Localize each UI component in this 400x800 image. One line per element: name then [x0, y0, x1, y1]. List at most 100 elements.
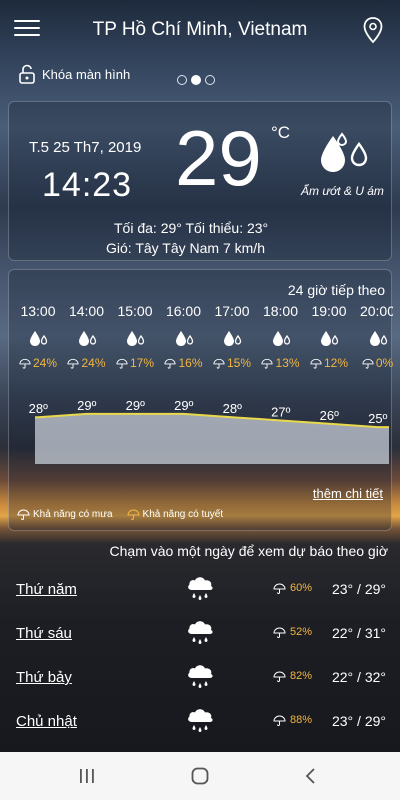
umbrella-icon: [273, 715, 286, 726]
hour-label: 14:00: [68, 303, 105, 319]
current-date: T.5 25 Th7, 2019: [29, 139, 142, 156]
location-pin-icon[interactable]: [362, 16, 384, 44]
current-time: 14:23: [42, 166, 133, 204]
day-rain-value: 52%: [290, 626, 313, 638]
hour-label: 20:00: [359, 303, 393, 319]
umbrella-icon: [17, 509, 30, 520]
day-row[interactable]: Thứ bảy 82% 22° / 32°: [8, 659, 392, 701]
hour-label: 16:00: [165, 303, 202, 319]
day-row[interactable]: Thứ năm 60% 23° / 29°: [8, 571, 392, 613]
temp-point-label: 28º: [29, 401, 48, 416]
day-name[interactable]: Thứ sáu: [16, 625, 72, 642]
raindrops-icon: [78, 331, 96, 346]
day-name[interactable]: Thứ năm: [16, 581, 77, 598]
rain-chance: 17%: [111, 356, 159, 370]
more-details-link[interactable]: thêm chi tiết: [313, 486, 383, 501]
temperature-unit[interactable]: °C: [271, 123, 290, 143]
hour-column[interactable]: 19:00 12%: [305, 303, 353, 370]
rain-chance-value: 17%: [129, 356, 155, 370]
umbrella-icon: [213, 358, 225, 369]
day-name[interactable]: Thứ bảy: [16, 669, 72, 686]
menu-icon[interactable]: [14, 20, 40, 40]
day-rain-chance: 82%: [273, 670, 312, 682]
hour-column[interactable]: 13:00 24%: [14, 303, 62, 370]
raindrops-icon: [224, 331, 242, 346]
legend: Khả năng có mưa Khả năng có tuyết: [17, 509, 223, 520]
day-temp-range: 23° / 29°: [331, 581, 386, 597]
unlock-icon: [19, 64, 35, 84]
day-name[interactable]: Chủ nhật: [16, 713, 77, 730]
rain-chance: 16%: [160, 356, 208, 370]
temp-point-label: 29º: [77, 398, 96, 413]
rain-chance-value: 12%: [323, 356, 349, 370]
umbrella-icon: [362, 358, 374, 369]
day-rain-value: 82%: [290, 670, 313, 682]
page-dot-active[interactable]: [191, 75, 201, 85]
hourly-forecast-card: 24 giờ tiếp theo 13:00 24% 14:00 24% 15:00 17…: [8, 269, 393, 531]
hour-label: 13:00: [20, 303, 56, 319]
hour-column[interactable]: 17:00 15%: [208, 303, 256, 370]
wind-info: Gió: Tây Tây Nam 7 km/h: [106, 240, 265, 256]
back-icon[interactable]: [300, 766, 322, 786]
umbrella-snow-icon: [127, 509, 140, 520]
raindrops-icon: [30, 331, 48, 346]
condition-text: Ẩm ướt & U ám: [301, 184, 384, 198]
min-max-temp: Tối đa: 29° Tối thiểu: 23°: [114, 220, 269, 236]
umbrella-icon: [273, 583, 286, 594]
raindrops-icon: [369, 331, 387, 346]
temp-point-label: 29º: [174, 398, 193, 413]
hour-column[interactable]: 15:00 17%: [111, 303, 159, 370]
page-dot[interactable]: [205, 75, 215, 85]
rain-chance-value: 0%: [375, 356, 393, 370]
rain-chance-value: 16%: [178, 356, 203, 370]
legend-rain: Khả năng có mưa: [17, 509, 113, 520]
hour-column[interactable]: 14:00 24%: [63, 303, 111, 370]
temp-point-label: 25º: [368, 411, 387, 426]
rain-chance-value: 24%: [32, 356, 58, 370]
hour-column[interactable]: 20:00 0%: [354, 303, 393, 370]
temp-point-label: 26º: [320, 408, 339, 423]
day-row[interactable]: Thứ sáu 52% 22° / 31°: [8, 615, 392, 657]
hourly-temp-graph: 28º 29º 29º 29º 28º 27º 26º 25º: [29, 398, 389, 464]
recent-apps-icon[interactable]: [76, 766, 98, 786]
umbrella-icon: [261, 358, 274, 369]
rain-chance: 24%: [63, 356, 111, 370]
day-rain-value: 88%: [290, 714, 313, 726]
day-temp-range: 22° / 32°: [331, 669, 386, 685]
rain-chance: 12%: [305, 356, 353, 370]
daily-hint: Chạm vào một ngày để xem dự báo theo giờ: [109, 543, 388, 559]
legend-snow: Khả năng có tuyết: [127, 509, 223, 520]
rain-cloud-icon: [188, 621, 213, 644]
umbrella-icon: [310, 358, 322, 369]
current-weather-card: T.5 25 Th7, 2019 14:23 29 °C Ẩm ướt & U …: [8, 101, 392, 261]
rain-chance: 13%: [257, 356, 305, 370]
rain-cloud-icon: [188, 709, 213, 732]
hour-label: 17:00: [214, 303, 250, 319]
legend-rain-label: Khả năng có mưa: [33, 509, 113, 520]
rain-cloud-icon: [188, 577, 213, 600]
home-icon[interactable]: [189, 766, 211, 786]
hourly-columns[interactable]: 13:00 24% 14:00 24% 15:00 17% 16:00 16% 17:00 15%…: [9, 303, 393, 393]
next-24h-title: 24 giờ tiếp theo: [287, 282, 385, 298]
hour-column[interactable]: 16:00 16%: [160, 303, 208, 370]
temp-point-label: 27º: [271, 405, 290, 420]
day-row[interactable]: Chủ nhật 88% 23° / 29°: [8, 703, 392, 745]
lock-screen-button[interactable]: Khóa màn hình: [18, 64, 130, 84]
umbrella-icon: [116, 358, 128, 369]
hour-label: 19:00: [311, 303, 347, 319]
hour-label: 15:00: [117, 303, 153, 319]
rain-chance-value: 15%: [226, 356, 252, 370]
hour-column[interactable]: 18:00 13%: [257, 303, 305, 370]
lock-screen-label: Khóa màn hình: [42, 66, 131, 82]
day-rain-value: 60%: [290, 582, 313, 594]
umbrella-icon: [19, 358, 31, 369]
rain-chance: 24%: [14, 356, 62, 370]
rain-chance: 0%: [354, 356, 393, 370]
rain-chance: 15%: [208, 356, 256, 370]
day-temp-range: 22° / 31°: [331, 625, 386, 641]
rain-chance-value: 24%: [81, 356, 106, 370]
day-temp-range: 23° / 29°: [331, 713, 386, 729]
city-title[interactable]: TP Hồ Chí Minh, Vietnam: [60, 19, 340, 41]
page-dot[interactable]: [177, 75, 187, 85]
hour-label: 18:00: [262, 303, 299, 319]
